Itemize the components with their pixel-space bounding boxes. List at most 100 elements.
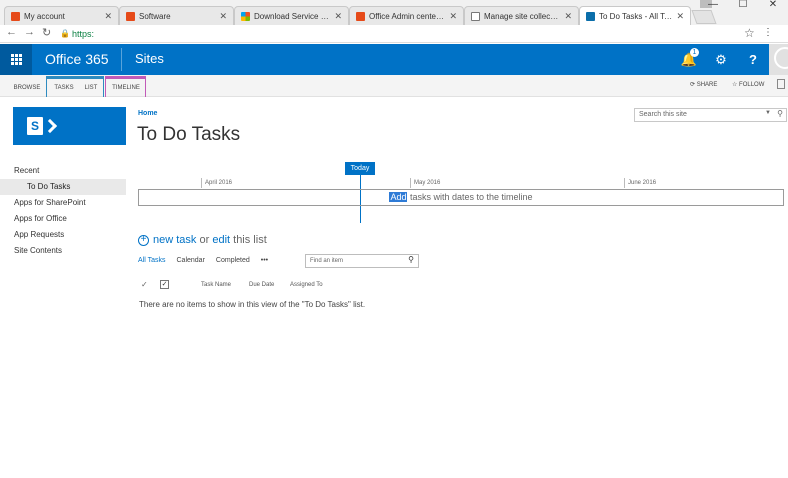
site-search-input[interactable]: Search this site ▼ ⚲: [634, 108, 787, 122]
suite-brand[interactable]: Office 365: [45, 51, 109, 67]
view-all-tasks[interactable]: All Tasks: [138, 257, 166, 264]
tab-download-service-pack[interactable]: Download Service Pack ✕: [234, 6, 349, 25]
close-icon[interactable]: ✕: [334, 11, 342, 22]
document-icon: [471, 11, 480, 21]
timeline-add-highlight: Add: [389, 192, 408, 202]
app-launcher-button[interactable]: [0, 44, 32, 75]
close-icon[interactable]: ✕: [564, 11, 572, 22]
tab-manage-site-collections[interactable]: Manage site collections ✕: [464, 6, 579, 25]
office-icon: [11, 11, 20, 21]
url-input[interactable]: 🔒 https:: [60, 26, 760, 41]
tab-my-account[interactable]: My account ✕: [4, 6, 119, 25]
view-completed[interactable]: Completed: [216, 257, 250, 264]
nav-item-apps-for-sharepoint[interactable]: Apps for SharePoint: [0, 195, 126, 211]
share-label: SHARE: [696, 82, 718, 88]
new-task-link[interactable]: new task: [153, 234, 196, 246]
search-icon[interactable]: ⚲: [777, 109, 783, 118]
nav-item-to-do-tasks[interactable]: To Do Tasks: [0, 179, 126, 195]
notifications-button[interactable]: 🔔 1: [673, 44, 705, 75]
tab-browse[interactable]: BROWSE: [10, 79, 44, 97]
chevron-down-icon[interactable]: ▼: [765, 110, 771, 116]
more-views-icon[interactable]: •••: [261, 257, 268, 264]
browser-window: My account ✕ Software ✕ Download Service…: [0, 0, 788, 478]
view-selector: All Tasks Calendar Completed •••: [138, 257, 279, 264]
minimize-button[interactable]: —: [698, 0, 728, 12]
tab-title: Software: [139, 11, 171, 21]
forward-icon[interactable]: →: [24, 26, 35, 38]
office-icon: [126, 11, 135, 21]
tab-title: Manage site collections: [484, 11, 561, 21]
column-header-due-date[interactable]: Due Date: [249, 282, 274, 288]
empty-list-message: There are no items to show in this view …: [139, 300, 366, 309]
tab-to-do-tasks[interactable]: To Do Tasks - All Tasks ✕: [579, 6, 691, 25]
chevron-right-icon: [42, 118, 58, 134]
month-tick: April 2016: [201, 178, 232, 188]
tab-strip: My account ✕ Software ✕ Download Service…: [0, 0, 788, 25]
maximize-button[interactable]: ☐: [728, 0, 758, 12]
follow-button[interactable]: ☆ FOLLOW: [732, 81, 764, 88]
follow-label: FOLLOW: [739, 82, 765, 88]
month-tick: June 2016: [624, 178, 656, 188]
tab-office-admin-center[interactable]: Office Admin center pre ✕: [349, 6, 464, 25]
new-task-row: + new task or edit this list: [138, 234, 267, 246]
bookmark-star-icon[interactable]: ☆: [744, 26, 755, 40]
new-tab-button[interactable]: [691, 10, 717, 24]
star-icon: ☆: [732, 82, 740, 88]
suite-bar: Office 365 Sites 🔔 1 ⚙ ?: [0, 44, 788, 75]
close-icon[interactable]: ✕: [219, 11, 227, 22]
search-placeholder: Search this site: [639, 111, 687, 118]
tab-title: To Do Tasks - All Tasks: [599, 11, 673, 21]
site-logo[interactable]: S: [13, 107, 126, 145]
office-icon: [356, 11, 365, 21]
avatar[interactable]: [769, 44, 788, 75]
sharepoint-icon: [586, 11, 595, 21]
add-icon[interactable]: +: [138, 234, 149, 246]
nav-item-recent[interactable]: Recent: [0, 163, 126, 179]
microsoft-icon: [241, 11, 250, 21]
focus-on-content-icon[interactable]: [777, 79, 785, 89]
nav-item-site-contents[interactable]: Site Contents: [0, 243, 126, 259]
share-icon: ⟳: [690, 82, 697, 88]
close-icon[interactable]: ✕: [449, 11, 457, 22]
page-title: To Do Tasks: [137, 124, 241, 145]
tab-list[interactable]: LIST: [81, 79, 101, 97]
notification-badge: 1: [690, 48, 699, 57]
url-protocol: https:: [71, 28, 94, 39]
tab-title: My account: [24, 11, 65, 21]
sharepoint-logo-icon: S: [27, 117, 43, 135]
gear-icon: ⚙: [715, 51, 727, 67]
find-placeholder: Find an item: [310, 258, 344, 264]
nav-item-app-requests[interactable]: App Requests: [0, 227, 126, 243]
back-icon[interactable]: ←: [6, 26, 17, 38]
settings-button[interactable]: ⚙: [705, 44, 737, 75]
breadcrumb[interactable]: Home: [138, 110, 157, 117]
share-button[interactable]: ⟳ SHARE: [690, 81, 717, 88]
timeline-empty-text: tasks with dates to the timeline: [407, 192, 533, 202]
close-icon[interactable]: ✕: [676, 11, 684, 22]
timeline-axis: April 2016 May 2016 June 2016: [138, 178, 784, 189]
find-item-input[interactable]: Find an item ⚲: [305, 254, 419, 268]
suite-app-title[interactable]: Sites: [135, 51, 164, 66]
close-window-button[interactable]: ✕: [758, 0, 788, 12]
quick-launch: Recent To Do Tasks Apps for SharePoint A…: [0, 163, 126, 259]
edit-list-link[interactable]: edit: [212, 234, 230, 246]
nav-item-apps-for-office[interactable]: Apps for Office: [0, 211, 126, 227]
reload-icon[interactable]: ↻: [42, 26, 51, 39]
search-icon[interactable]: ⚲: [408, 255, 414, 264]
help-button[interactable]: ?: [737, 44, 769, 75]
tab-title: Download Service Pack: [254, 11, 331, 21]
tab-tasks[interactable]: TASKS: [50, 79, 78, 97]
column-header-assigned-to[interactable]: Assigned To: [290, 282, 323, 288]
view-calendar[interactable]: Calendar: [177, 257, 205, 264]
checkmark-icon[interactable]: ✓: [141, 280, 148, 289]
tab-software[interactable]: Software ✕: [119, 6, 234, 25]
tab-title: Office Admin center pre: [369, 11, 446, 21]
timeline-bar[interactable]: Add tasks with dates to the timeline: [138, 189, 784, 206]
extension-icon[interactable]: ⋮: [763, 27, 773, 38]
window-controls: — ☐ ✕: [698, 0, 788, 12]
divider: [121, 48, 122, 71]
column-header-task-name[interactable]: Task Name: [201, 282, 231, 288]
select-all-checkbox[interactable]: ✓: [160, 280, 169, 289]
tab-timeline[interactable]: TIMELINE: [107, 79, 145, 97]
close-icon[interactable]: ✕: [104, 11, 112, 22]
